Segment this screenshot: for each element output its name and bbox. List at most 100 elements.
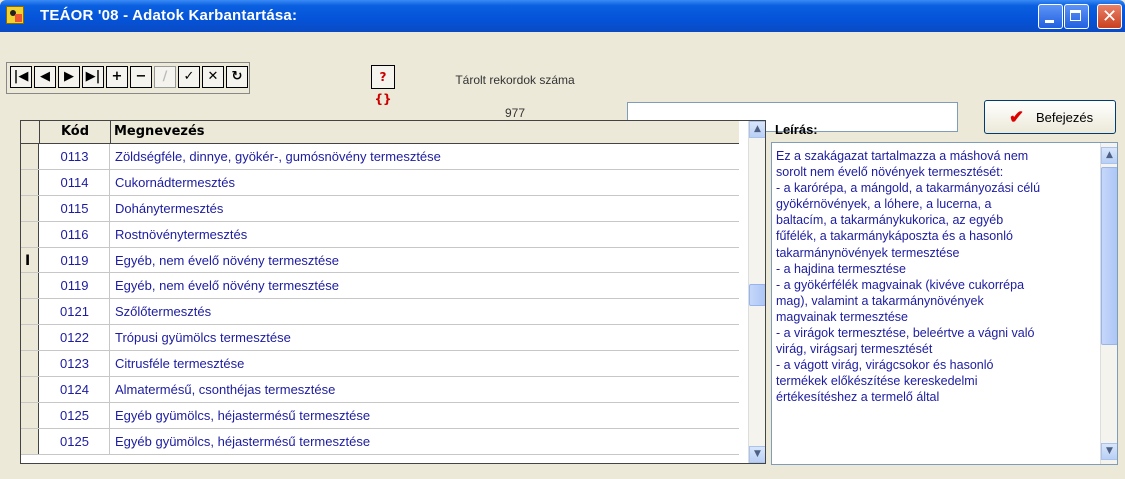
plus-icon: + <box>111 69 123 84</box>
window-title: TEÁOR '08 - Adatok Karbantartása: <box>40 7 298 24</box>
cell-code[interactable]: 0116 <box>40 221 110 247</box>
chevron-up-icon: ▲ <box>1106 150 1113 160</box>
row-indicator[interactable] <box>21 351 39 377</box>
scroll-thumb[interactable] <box>749 284 765 306</box>
check-icon: ✔ <box>1009 107 1025 127</box>
check-icon: ✓ <box>183 69 195 84</box>
table-row[interactable]: 0113 Zöldségféle, dinnye, gyökér-, gumósn… <box>21 144 739 170</box>
chevron-up-icon: ▲ <box>754 124 761 134</box>
table-row[interactable]: 0121 Szőlőtermesztés <box>21 299 739 326</box>
next-record-button[interactable]: ▶ <box>58 66 80 88</box>
grid-header: Kód Megnevezés <box>21 121 739 144</box>
cell-code[interactable]: 0125 <box>40 428 110 454</box>
cell-name[interactable]: Szőlőtermesztés <box>115 299 211 324</box>
cell-name[interactable]: Trópusi gyümölcs termesztése <box>115 325 291 350</box>
maximize-button[interactable] <box>1064 4 1089 29</box>
row-indicator[interactable] <box>21 273 39 299</box>
cell-name[interactable]: Zöldségféle, dinnye, gyökér-, gumósnövén… <box>115 144 441 169</box>
edit-icon: ∕ <box>162 69 168 84</box>
cell-name[interactable]: Almatermésű, csonthéjas termesztése <box>115 377 335 402</box>
row-indicator[interactable] <box>21 377 39 402</box>
table-row[interactable]: I 0119 Egyéb, nem évelő növény termesztése <box>21 247 739 274</box>
cell-code[interactable]: 0113 <box>40 144 110 169</box>
table-row[interactable]: 0115 Dohánytermesztés <box>21 195 739 222</box>
prev-record-button[interactable]: ◀ <box>34 66 56 88</box>
table-row[interactable]: 0123 Citrusféle termesztése <box>21 351 739 378</box>
refresh-icon: ↻ <box>231 69 243 84</box>
last-record-button[interactable]: ▶| <box>82 66 104 88</box>
cell-code[interactable]: 0122 <box>40 325 110 351</box>
scroll-up-button[interactable]: ▲ <box>749 121 765 138</box>
cell-name[interactable]: Egyéb, nem évelő növény termesztése <box>115 248 339 273</box>
indicator-header <box>21 121 40 143</box>
title-bar[interactable]: TEÁOR '08 - Adatok Karbantartása: ✕ <box>0 0 1125 32</box>
cell-code[interactable]: 0123 <box>40 351 110 377</box>
minus-icon: − <box>135 69 147 84</box>
refresh-button[interactable]: ↻ <box>226 66 248 88</box>
post-record-button[interactable]: ✓ <box>178 66 200 88</box>
table-row[interactable]: 0125 Egyéb gyümölcs, héjastermésű termesz… <box>21 402 739 429</box>
records-count-label: Tárolt rekordok száma <box>455 73 575 87</box>
grid-scrollbar[interactable]: ▲ ▼ <box>748 121 765 463</box>
cell-code[interactable]: 0119 <box>40 273 110 299</box>
column-header-name[interactable]: Megnevezés <box>114 121 205 143</box>
desc-scroll-up-button[interactable]: ▲ <box>1101 147 1117 164</box>
finish-button-label: Befejezés <box>1036 110 1094 125</box>
row-indicator[interactable] <box>21 221 39 247</box>
close-button[interactable]: ✕ <box>1097 4 1122 29</box>
scroll-down-button[interactable]: ▼ <box>749 446 765 463</box>
row-indicator[interactable] <box>21 325 39 351</box>
row-indicator[interactable] <box>21 195 39 221</box>
help-button[interactable]: ?{} <box>371 65 395 106</box>
records-grid[interactable]: Kód Megnevezés 0113 Zöldségféle, dinnye, … <box>20 120 766 464</box>
records-count-value: 977 <box>504 106 526 120</box>
cell-name[interactable]: Egyéb, nem évelő növény termesztése <box>115 273 339 298</box>
table-row[interactable]: 0124 Almatermésű, csonthéjas termesztése <box>21 377 739 403</box>
cell-name[interactable]: Dohánytermesztés <box>115 196 223 221</box>
table-row[interactable]: 0116 Rostnövénytermesztés <box>21 221 739 248</box>
cell-code[interactable]: 0119 <box>40 247 110 273</box>
row-indicator[interactable] <box>21 428 39 454</box>
description-scrollbar[interactable]: ▲ ▼ <box>1100 143 1117 464</box>
first-record-button[interactable]: |◀ <box>10 66 32 88</box>
cell-code[interactable]: 0125 <box>40 402 110 428</box>
cell-name[interactable]: Citrusféle termesztése <box>115 351 244 376</box>
x-icon: ✕ <box>207 69 219 84</box>
arrow-right-icon: ▶ <box>64 69 74 84</box>
chevron-down-icon: ▼ <box>754 449 761 459</box>
skip-first-icon: |◀ <box>13 69 29 84</box>
finish-button[interactable]: ✔ Befejezés <box>984 100 1116 134</box>
cell-name[interactable]: Cukornádtermesztés <box>115 170 235 195</box>
cell-name[interactable]: Egyéb gyümölcs, héjastermésű termesztése <box>115 403 370 428</box>
cell-code[interactable]: 0121 <box>40 299 110 325</box>
chevron-down-icon: ▼ <box>1106 446 1113 456</box>
minimize-button[interactable] <box>1038 4 1063 29</box>
delete-record-button[interactable]: − <box>130 66 152 88</box>
edit-record-button[interactable]: ∕ <box>154 66 176 88</box>
cell-name[interactable]: Rostnövénytermesztés <box>115 222 247 247</box>
arrow-left-icon: ◀ <box>40 69 50 84</box>
description-label: Leírás: <box>775 122 818 137</box>
cell-code[interactable]: 0124 <box>40 377 110 402</box>
desc-scroll-thumb[interactable] <box>1101 167 1117 345</box>
main-window: TEÁOR '08 - Adatok Karbantartása: ✕ |◀ ◀… <box>0 0 1125 479</box>
table-row[interactable]: 0114 Cukornádtermesztés <box>21 169 739 196</box>
description-box[interactable]: Ez a szakágazat tartalmazza a máshová ne… <box>771 142 1118 465</box>
row-indicator[interactable]: I <box>21 247 39 273</box>
row-indicator[interactable] <box>21 169 39 195</box>
toolbar: |◀ ◀ ▶ ▶| + − ∕ ✓ ✕ ↻ ?{} Tárolt rekordo… <box>0 33 1125 134</box>
row-indicator[interactable] <box>21 299 39 325</box>
cell-code[interactable]: 0115 <box>40 195 110 221</box>
insert-record-button[interactable]: + <box>106 66 128 88</box>
table-row[interactable]: 0125 Egyéb gyümölcs, héjastermésű termesz… <box>21 428 739 455</box>
table-row[interactable]: 0119 Egyéb, nem évelő növény termesztése <box>21 273 739 300</box>
column-header-code[interactable]: Kód <box>40 121 111 143</box>
description-text: Ez a szakágazat tartalmazza a máshová ne… <box>776 149 1041 405</box>
cancel-edit-button[interactable]: ✕ <box>202 66 224 88</box>
row-indicator[interactable] <box>21 402 39 428</box>
cell-name[interactable]: Egyéb gyümölcs, héjastermésű termesztése <box>115 429 370 454</box>
row-indicator[interactable] <box>21 144 39 169</box>
cell-code[interactable]: 0114 <box>40 169 110 195</box>
desc-scroll-down-button[interactable]: ▼ <box>1101 443 1117 460</box>
table-row[interactable]: 0122 Trópusi gyümölcs termesztése <box>21 325 739 352</box>
